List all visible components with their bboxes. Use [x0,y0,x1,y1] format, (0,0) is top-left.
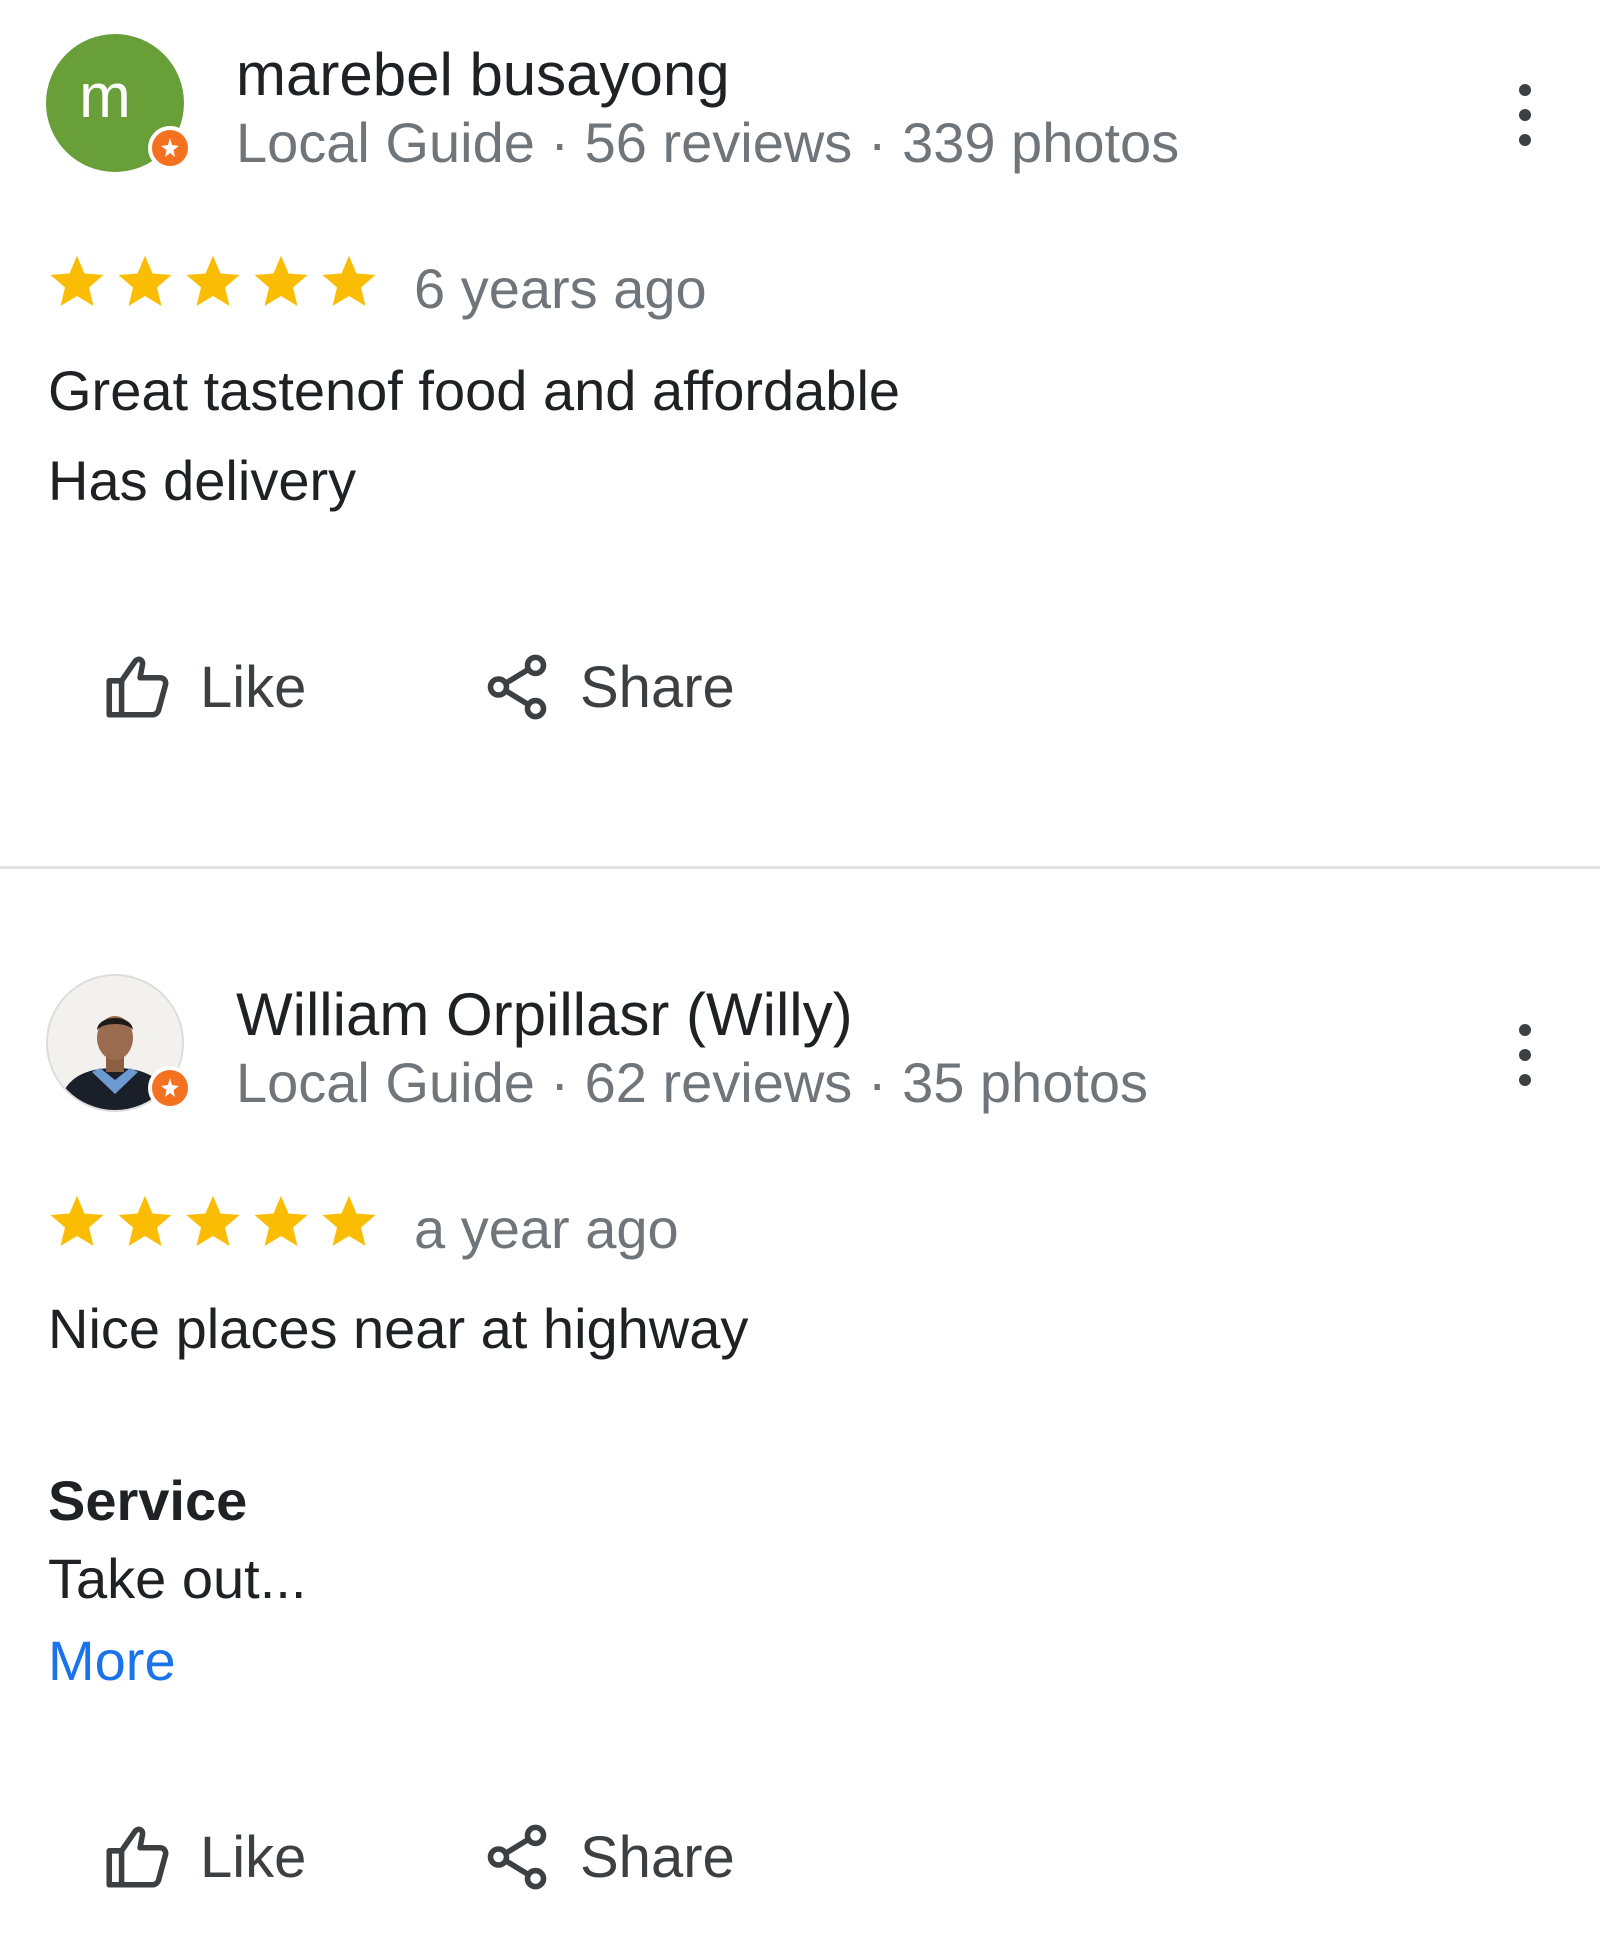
star-rating [46,1192,380,1252]
author-name[interactable]: William Orpillasr (Willy) [236,980,853,1049]
avatar[interactable] [46,974,192,1112]
avatar[interactable]: m [46,34,192,172]
review-section-title: Service [48,1469,248,1532]
star-icon [254,1195,308,1246]
star-icon [186,1195,240,1246]
star-icon [50,1195,104,1246]
more-link[interactable]: More [48,1628,176,1693]
share-icon [487,1824,547,1890]
review-text-line: Has delivery [48,449,357,512]
star-icon [186,255,240,306]
divider [0,866,1600,869]
review-time: 6 years ago [414,257,707,320]
star-icon [118,1195,172,1246]
author-meta: Local Guide · 62 reviews · 35 photos [236,1051,1149,1114]
review-time: a year ago [414,1197,679,1260]
thumb-up-icon [106,1826,169,1888]
star-icon [254,255,308,306]
share-icon [487,654,547,720]
like-button[interactable]: Like [100,1820,306,1894]
like-label: Like [200,654,307,720]
like-label: Like [200,1824,307,1890]
review-text-line: Great tastenof food and affordable [48,359,901,422]
share-button[interactable]: Share [480,1820,735,1894]
local-guide-badge-icon [148,126,192,170]
star-icon [118,255,172,306]
thumb-up-icon [106,656,169,718]
more-vert-icon[interactable] [1500,1020,1550,1090]
review-section-text: Take out... [48,1547,307,1610]
author-meta: Local Guide · 56 reviews · 339 photos [236,111,1180,174]
share-label: Share [580,654,735,720]
star-icon [50,255,104,306]
review-card: m marebel busayong Local Guide · 56 revi… [0,0,1600,868]
local-guide-badge-icon [148,1066,192,1110]
share-button[interactable]: Share [480,650,735,724]
author-name[interactable]: marebel busayong [236,40,730,109]
star-icon [322,255,376,306]
star-icon [322,1195,376,1246]
like-button[interactable]: Like [100,650,306,724]
review-text-line: Nice places near at highway [48,1297,749,1360]
more-vert-icon[interactable] [1500,80,1550,150]
review-card: William Orpillasr (Willy) Local Guide · … [0,870,1600,1951]
star-rating [46,252,380,312]
share-label: Share [580,1824,735,1890]
